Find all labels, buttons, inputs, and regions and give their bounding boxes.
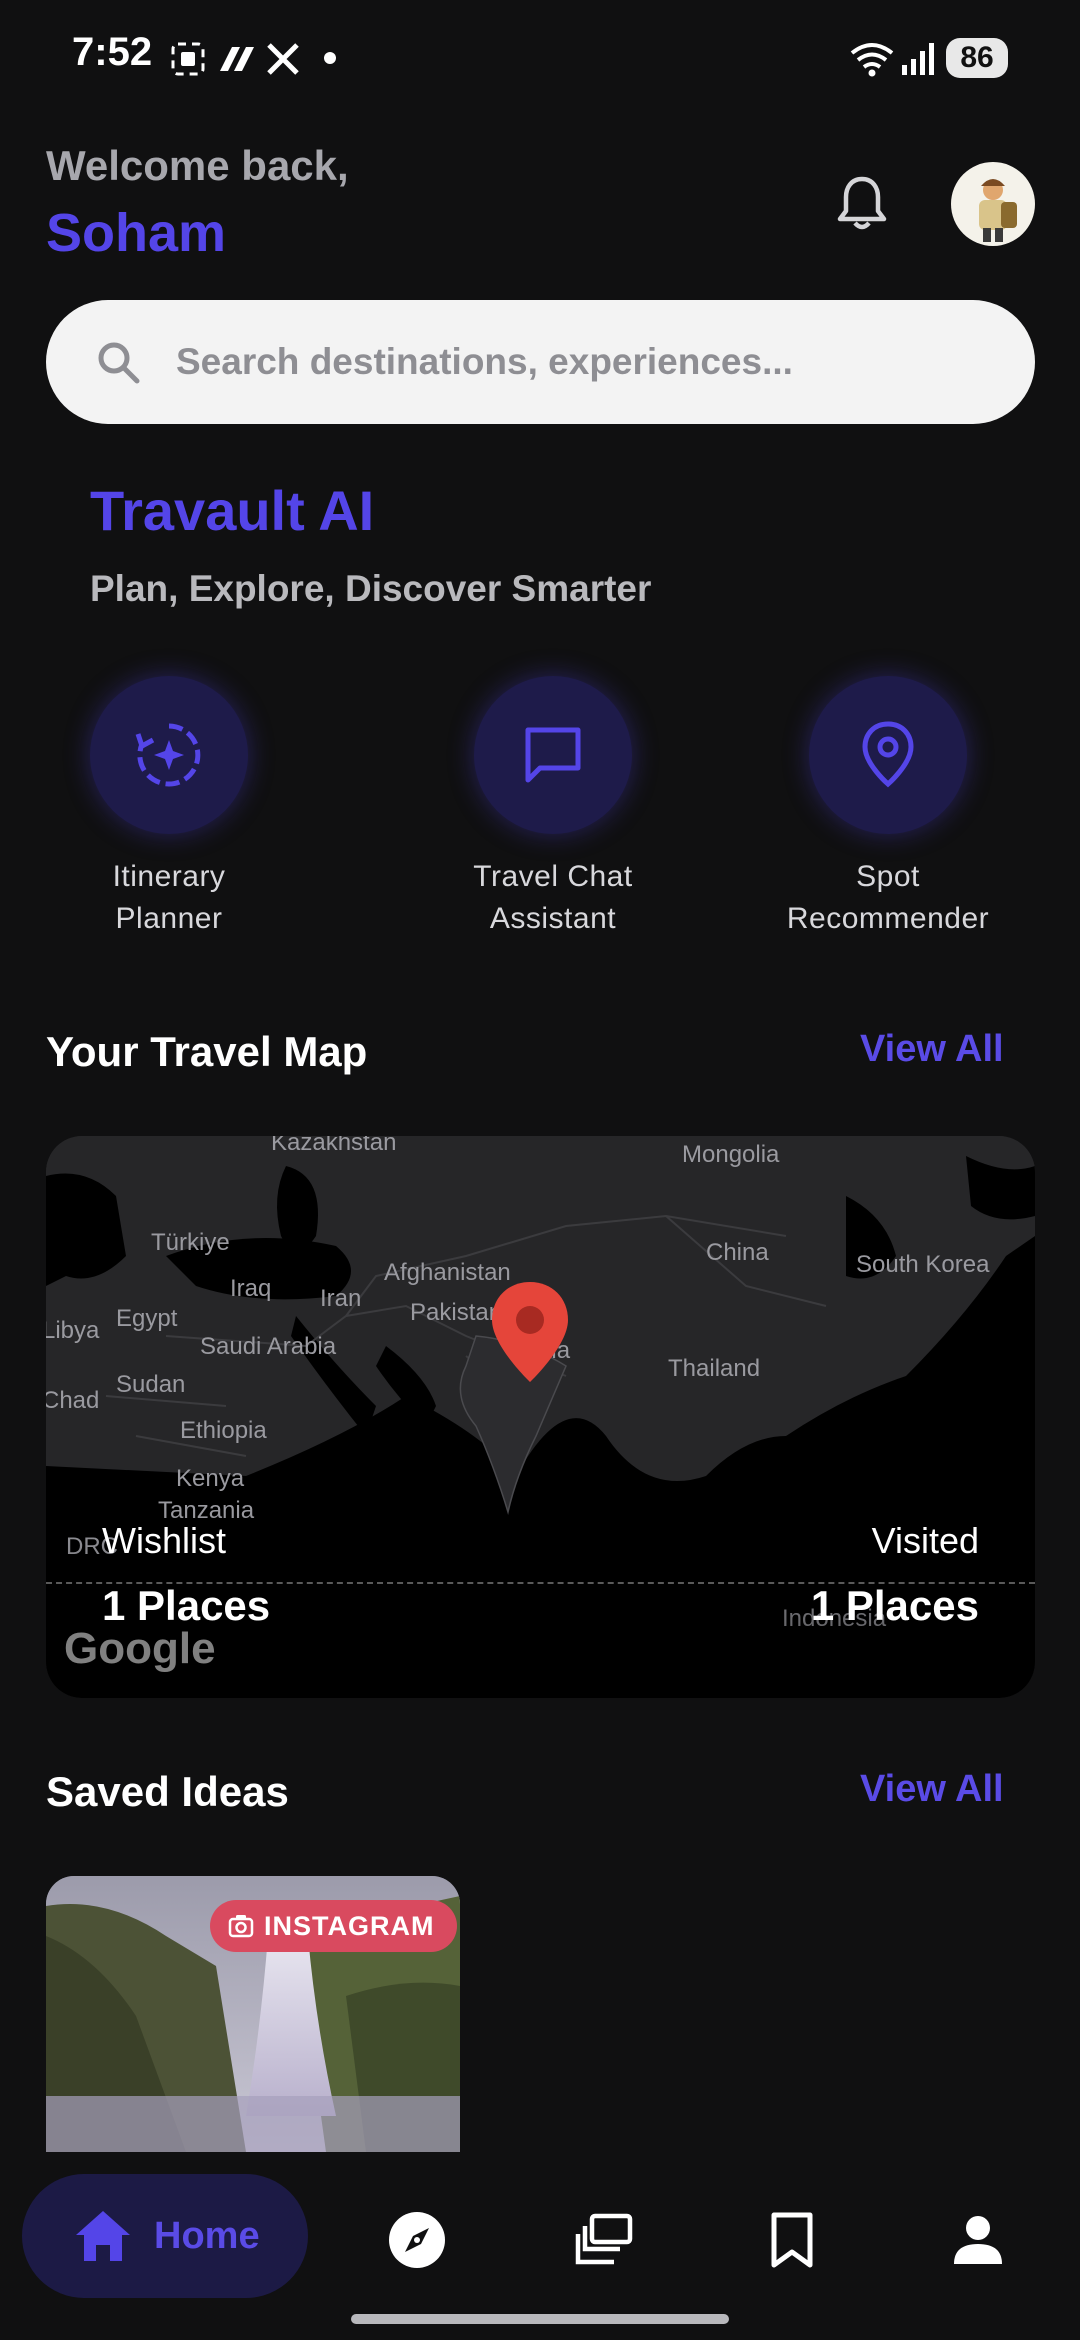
- search-icon: [98, 342, 140, 384]
- map-label: Libya: [46, 1317, 100, 1344]
- welcome-text: Welcome back,: [46, 142, 349, 189]
- map-label: Egypt: [116, 1305, 178, 1332]
- source-badge-label: INSTAGRAM: [264, 1910, 435, 1941]
- feature-itinerary-planner[interactable]: Itinerary Planner: [19, 676, 319, 940]
- nav-saved-tab[interactable]: [760, 2208, 824, 2272]
- nav-explore-tab[interactable]: [385, 2208, 449, 2272]
- battery-indicator: 86: [946, 38, 1008, 78]
- travel-map[interactable]: Kazakhstan Mongolia Türkiye China South …: [46, 1136, 1035, 1698]
- travel-map-view-all-link[interactable]: View All: [860, 1028, 1004, 1071]
- bookmark-icon: [771, 2212, 813, 2268]
- brand-subtitle: Plan, Explore, Discover Smarter: [90, 568, 652, 609]
- search-bar[interactable]: Search destinations, experiences...: [46, 300, 1035, 424]
- feature-label: Travel Chat Assistant: [473, 860, 633, 935]
- map-label: Iran: [320, 1285, 361, 1312]
- visited-label: Visited: [871, 1520, 979, 1561]
- map-label: Thailand: [668, 1355, 760, 1382]
- google-attribution: Google: [64, 1624, 216, 1673]
- bottom-navigation: Home: [0, 2152, 1080, 2340]
- visited-count: 1 Places: [810, 1582, 979, 1629]
- map-label: Türkiye: [151, 1229, 230, 1256]
- map-label: Kazakhstan: [271, 1136, 396, 1156]
- feature-icon-circle: [90, 676, 248, 834]
- map-label: China: [706, 1239, 769, 1266]
- bell-icon: [837, 176, 887, 230]
- map-label: Afghanistan: [384, 1259, 511, 1286]
- wishlist-count: 1 Places: [102, 1582, 271, 1629]
- chat-icon: [525, 727, 581, 783]
- map-label: Kenya: [176, 1465, 245, 1492]
- feature-icon-circle: [474, 676, 632, 834]
- brand-title: Travault AI: [90, 479, 375, 542]
- map-label: Saudi Arabia: [200, 1333, 337, 1360]
- feature-travel-chat-assistant[interactable]: Travel Chat Assistant: [403, 676, 703, 940]
- map-label: Ethiopia: [180, 1417, 267, 1444]
- x-app-icon: [267, 43, 299, 75]
- map-label: Sudan: [116, 1371, 185, 1398]
- saved-ideas-title: Saved Ideas: [46, 1768, 289, 1815]
- location-pin-icon: [862, 721, 914, 788]
- map-label: Iraq: [230, 1275, 271, 1302]
- home-indicator[interactable]: [351, 2314, 729, 2324]
- username: Soham: [46, 203, 227, 263]
- nav-home-label: Home: [154, 2214, 260, 2257]
- traveler-avatar-icon: [979, 179, 1017, 242]
- compass-icon: [389, 2212, 445, 2268]
- saved-ideas-view-all-link[interactable]: View All: [860, 1768, 1004, 1811]
- source-badge: INSTAGRAM: [210, 1900, 457, 1952]
- map-label: Chad: [46, 1387, 99, 1414]
- home-icon: [76, 2211, 130, 2261]
- camera-icon: [228, 1915, 254, 1938]
- map-label: Pakistan: [410, 1299, 502, 1326]
- app-notification-icon: [220, 47, 254, 71]
- travel-map-title: Your Travel Map: [46, 1028, 368, 1075]
- nav-home-tab[interactable]: Home: [22, 2174, 308, 2298]
- feature-label: Spot Recommender: [786, 860, 990, 935]
- feature-icon-circle: [809, 676, 967, 834]
- itinerary-icon: [135, 723, 201, 787]
- saved-idea-card[interactable]: INSTAGRAM: [46, 1876, 460, 2152]
- wishlist-label: Wishlist: [102, 1520, 226, 1561]
- feature-label: Itinerary Planner: [112, 860, 226, 935]
- nav-collections-tab[interactable]: [572, 2208, 636, 2272]
- search-input[interactable]: Search destinations, experiences...: [176, 341, 793, 383]
- map-label: South Korea: [856, 1251, 990, 1278]
- nav-profile-tab[interactable]: [946, 2208, 1010, 2272]
- status-time: 7:52: [72, 30, 153, 74]
- feature-spot-recommender[interactable]: Spot Recommender: [738, 676, 1038, 940]
- avatar[interactable]: [951, 162, 1035, 246]
- screenshot-icon: [171, 42, 205, 76]
- wifi-icon: [850, 43, 894, 77]
- map-label: Mongolia: [682, 1141, 780, 1168]
- notifications-button[interactable]: [826, 168, 898, 240]
- signal-icon: [902, 43, 934, 75]
- profile-icon: [954, 2216, 1002, 2264]
- collections-icon: [575, 2213, 633, 2265]
- notification-dot: [324, 52, 336, 64]
